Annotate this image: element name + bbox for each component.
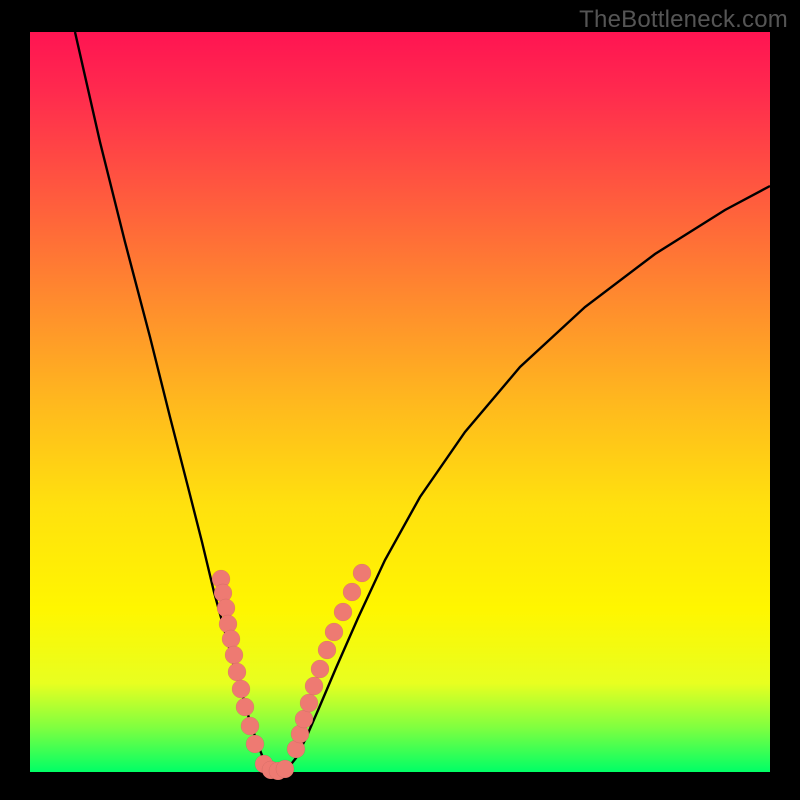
data-point bbox=[311, 660, 329, 678]
data-point bbox=[353, 564, 371, 582]
plot-area bbox=[30, 32, 770, 772]
data-point bbox=[225, 646, 243, 664]
data-point bbox=[295, 710, 313, 728]
data-point bbox=[305, 677, 323, 695]
data-point bbox=[222, 630, 240, 648]
data-point bbox=[236, 698, 254, 716]
data-point bbox=[217, 599, 235, 617]
curve-layer bbox=[30, 32, 770, 772]
data-point bbox=[325, 623, 343, 641]
data-point bbox=[334, 603, 352, 621]
bottleneck-curve-right bbox=[288, 186, 770, 768]
data-point bbox=[343, 583, 361, 601]
data-point bbox=[246, 735, 264, 753]
data-point bbox=[228, 663, 246, 681]
data-point bbox=[232, 680, 250, 698]
data-point bbox=[300, 694, 318, 712]
data-point bbox=[276, 760, 294, 778]
chart-frame: TheBottleneck.com bbox=[0, 0, 800, 800]
data-point bbox=[241, 717, 259, 735]
data-point bbox=[318, 641, 336, 659]
scatter-layer bbox=[212, 564, 371, 780]
watermark-text: TheBottleneck.com bbox=[579, 6, 788, 34]
